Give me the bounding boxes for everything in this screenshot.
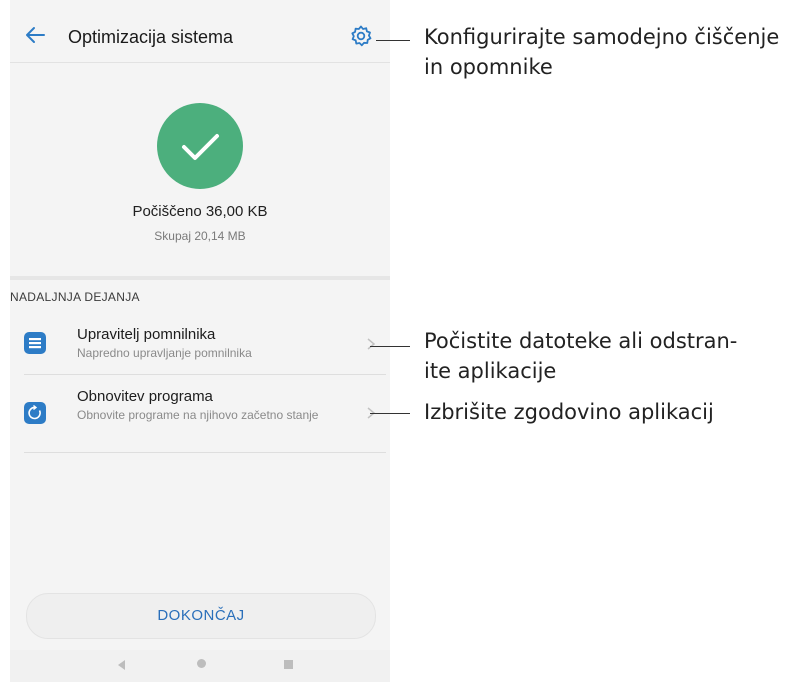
list-item-restore-programs[interactable]: Obnovitev programa Obnovite programe na …	[10, 382, 390, 452]
restore-icon	[24, 402, 46, 424]
app-bar: Optimizacija sistema	[10, 0, 390, 63]
storage-manager-icon	[24, 332, 46, 354]
row-divider	[24, 374, 386, 375]
list-item-memory-manager[interactable]: Upravitelj pomnilnika Napredno upravljan…	[10, 318, 390, 374]
callout-line-settings	[376, 40, 410, 41]
callout-line-text: in opomnike	[424, 55, 553, 79]
callout-line-text: Počistite datoteke ali odstran-	[424, 329, 738, 353]
item-title: Obnovitev programa	[77, 388, 213, 405]
callout-line-text: Konfigurirajte samodejno čiščenje	[424, 25, 780, 49]
total-size: Skupaj 20,14 MB	[154, 229, 246, 243]
nav-home-icon[interactable]	[197, 659, 206, 668]
cleaned-amount: Počiščeno 36,00 KB	[132, 203, 268, 220]
done-button[interactable]: DOKONČAJ	[26, 593, 376, 639]
page-title: Optimizacija sistema	[68, 27, 234, 47]
gear-icon[interactable]	[349, 24, 373, 48]
chevron-right-icon	[367, 338, 376, 350]
nav-recents-icon[interactable]	[284, 660, 293, 669]
success-check-icon	[157, 103, 243, 189]
system-nav-bar	[10, 650, 390, 682]
back-arrow-icon[interactable]	[24, 26, 46, 44]
callout-memory: Počistite datoteke ali odstran- ite apli…	[424, 326, 737, 386]
callout-line-text: Izbrišite zgodovino aplikacij	[424, 400, 714, 424]
section-header: NADALJNJA DEJANJA	[10, 290, 140, 304]
section-divider	[10, 276, 390, 280]
nav-back-icon[interactable]	[118, 660, 126, 670]
page: Optimizacija sistema Počiščeno 36,00 KB …	[0, 0, 799, 682]
item-title: Upravitelj pomnilnika	[77, 326, 216, 343]
callout-line-memory	[370, 346, 410, 347]
callout-line-text: ite aplikacije	[424, 359, 557, 383]
callout-settings: Konfigurirajte samodejno čiščenje in opo…	[424, 22, 779, 82]
callout-restore: Izbrišite zgodovino aplikacij	[424, 397, 714, 427]
phone-screen: Optimizacija sistema Počiščeno 36,00 KB …	[10, 0, 390, 682]
item-subtitle: Obnovite programe na njihovo začetno sta…	[77, 408, 319, 422]
row-divider	[24, 452, 386, 453]
callout-line-restore	[370, 413, 410, 414]
item-subtitle: Napredno upravljanje pomnilnika	[77, 346, 252, 360]
